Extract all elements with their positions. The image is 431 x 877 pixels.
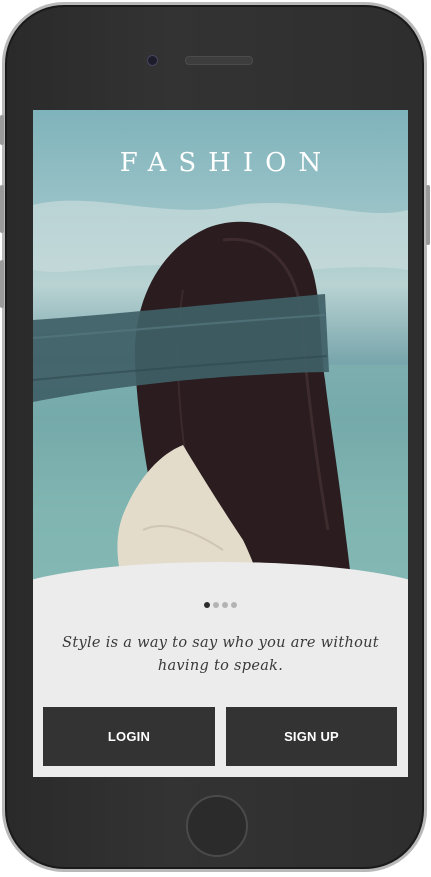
carousel-indicator[interactable]: [33, 602, 408, 608]
volume-down-button: [0, 260, 4, 308]
front-camera: [147, 55, 158, 66]
mute-switch: [0, 115, 4, 145]
carousel-dot-1[interactable]: [204, 602, 210, 608]
hero-image: FASHION: [33, 110, 408, 610]
app-screen: FASHION Style is a way to say who you ar…: [33, 110, 408, 777]
app-title: FASHION: [119, 148, 334, 178]
phone-frame: FASHION Style is a way to say who you ar…: [2, 2, 427, 872]
carousel-dot-3[interactable]: [222, 602, 228, 608]
power-button: [426, 185, 430, 245]
sign-up-button[interactable]: SIGN UP: [226, 707, 397, 766]
volume-up-button: [0, 185, 4, 233]
carousel-dot-4[interactable]: [231, 602, 237, 608]
earpiece-speaker: [185, 56, 253, 65]
home-button[interactable]: [186, 795, 248, 857]
tagline-text: Style is a way to say who you are withou…: [62, 635, 379, 674]
blindfolded-woman-photo: [33, 200, 408, 610]
carousel-dot-2[interactable]: [213, 602, 219, 608]
login-button[interactable]: LOGIN: [43, 707, 215, 766]
